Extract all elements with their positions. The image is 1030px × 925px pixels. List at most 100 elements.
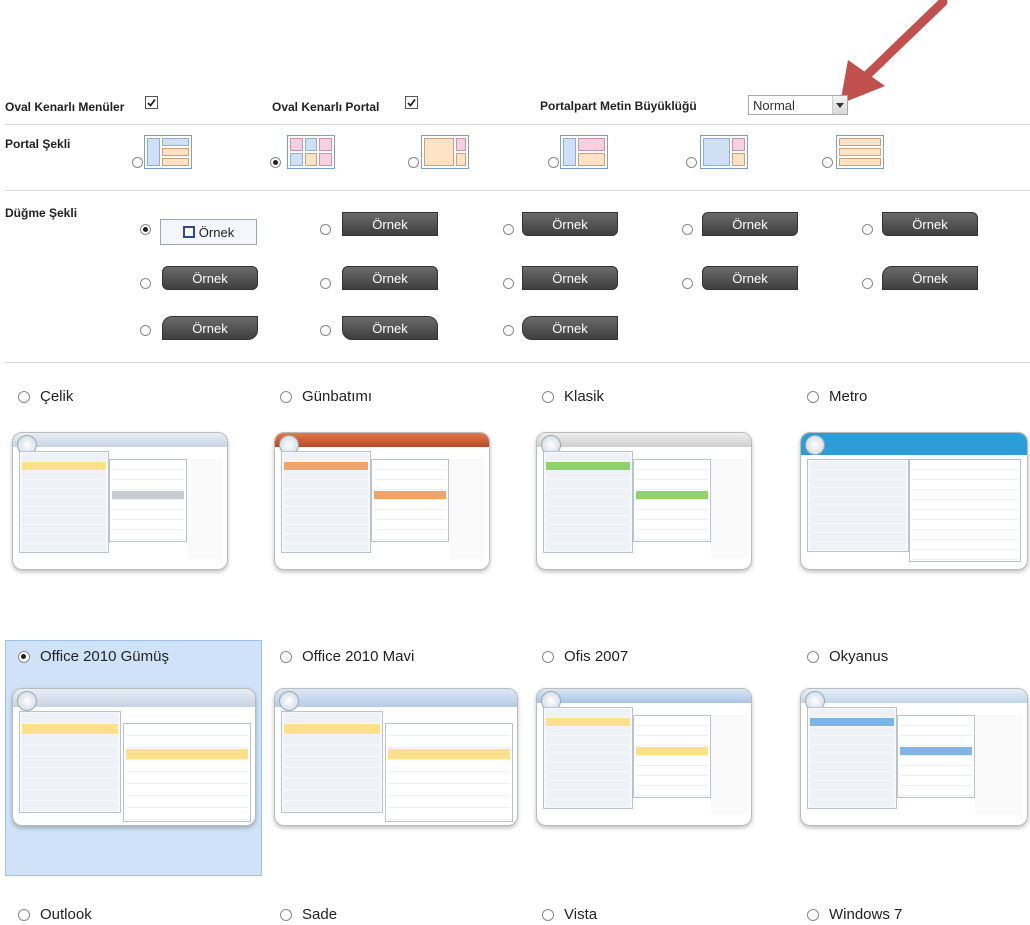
button-shape-radio-9[interactable] — [682, 278, 693, 289]
button-shape-sample-13[interactable]: Örnek — [522, 316, 618, 340]
theme-option-klasik[interactable]: Klasik — [542, 388, 604, 405]
portal-shape-radio-3[interactable] — [408, 157, 419, 168]
theme-option-windows-7[interactable]: Windows 7 — [807, 906, 902, 923]
theme-preview-okyanus[interactable] — [800, 688, 1028, 826]
theme-radio[interactable] — [280, 908, 292, 921]
oval-portal-checkbox[interactable] — [405, 96, 418, 109]
button-shape-sample-8[interactable]: Örnek — [522, 266, 618, 290]
chevron-down-icon[interactable] — [832, 96, 847, 114]
theme-label: Çelik — [40, 388, 74, 405]
oval-menu-label: Oval Kenarlı Menüler — [5, 100, 125, 114]
button-shape-sample-11[interactable]: Örnek — [162, 316, 258, 340]
theme-radio[interactable] — [18, 390, 30, 403]
button-shape-radio-8[interactable] — [503, 278, 514, 289]
theme-preview-office-2010-mavi[interactable] — [274, 688, 518, 826]
button-shape-sample-6[interactable]: Örnek — [162, 266, 258, 290]
button-shape-sample-5[interactable]: Örnek — [882, 212, 978, 236]
theme-label: Metro — [829, 388, 868, 405]
button-shape-radio-12[interactable] — [320, 325, 331, 336]
theme-option-metro[interactable]: Metro — [807, 388, 867, 405]
theme-option-okyanus[interactable]: Okyanus — [807, 648, 888, 665]
oval-menu-checkbox[interactable] — [145, 96, 158, 109]
button-sample-label: Örnek — [372, 270, 408, 286]
save-icon — [182, 226, 195, 238]
divider — [5, 124, 1030, 125]
button-shape-radio-3[interactable] — [503, 224, 514, 235]
theme-label: Outlook — [40, 906, 92, 923]
theme-label: Günbatımı — [302, 388, 373, 405]
theme-radio[interactable] — [280, 390, 292, 403]
button-sample-label: Örnek — [552, 216, 588, 232]
theme-label: Okyanus — [829, 648, 889, 665]
button-sample-label: Örnek — [198, 224, 235, 240]
theme-preview-ofis-2007[interactable] — [536, 688, 752, 826]
button-shape-sample-10[interactable]: Örnek — [882, 266, 978, 290]
theme-option-gunbatimi[interactable]: Günbatımı — [280, 388, 372, 405]
theme-radio[interactable] — [807, 390, 819, 403]
button-shape-radio-1[interactable] — [140, 224, 151, 235]
theme-option-vista[interactable]: Vista — [542, 906, 597, 923]
theme-preview-klasik[interactable] — [536, 432, 752, 570]
portal-layout-3-icon[interactable] — [421, 135, 469, 169]
theme-radio[interactable] — [807, 650, 819, 663]
oval-portal-label: Oval Kenarlı Portal — [272, 100, 380, 114]
button-shape-sample-1[interactable]: Örnek — [160, 219, 257, 245]
theme-radio[interactable] — [542, 650, 554, 663]
button-sample-label: Örnek — [372, 216, 408, 232]
portal-shape-radio-5[interactable] — [686, 157, 697, 168]
button-shape-radio-11[interactable] — [140, 325, 151, 336]
theme-option-ofis-2007[interactable]: Ofis 2007 — [542, 648, 628, 665]
button-shape-radio-7[interactable] — [320, 278, 331, 289]
button-shape-radio-4[interactable] — [682, 224, 693, 235]
button-sample-label: Örnek — [732, 270, 768, 286]
theme-option-office-2010-gumus[interactable]: Office 2010 Gümüş — [18, 648, 169, 665]
portal-shape-radio-2[interactable] — [270, 157, 281, 168]
theme-radio[interactable] — [542, 390, 554, 403]
theme-label: Office 2010 Gümüş — [40, 648, 169, 665]
portal-shape-radio-1[interactable] — [132, 157, 143, 168]
button-shape-radio-10[interactable] — [862, 278, 873, 289]
theme-radio[interactable] — [807, 908, 819, 921]
portal-layout-2-icon[interactable] — [287, 135, 335, 169]
theme-preview-gunbatimi[interactable] — [274, 432, 490, 570]
text-size-value: Normal — [753, 97, 795, 113]
divider — [5, 190, 1030, 191]
theme-preview-celik[interactable] — [12, 432, 228, 570]
button-sample-label: Örnek — [192, 320, 228, 336]
button-shape-sample-12[interactable]: Örnek — [342, 316, 438, 340]
text-size-select[interactable]: Normal — [748, 95, 848, 115]
theme-option-celik[interactable]: Çelik — [18, 388, 73, 405]
portal-shape-radio-6[interactable] — [822, 157, 833, 168]
portal-layout-5-icon[interactable] — [700, 135, 748, 169]
theme-radio[interactable] — [280, 650, 292, 663]
theme-label: Klasik — [564, 388, 605, 405]
text-size-label: Portalpart Metin Büyüklüğü — [540, 99, 697, 113]
button-shape-radio-13[interactable] — [503, 325, 514, 336]
button-shape-sample-2[interactable]: Örnek — [342, 212, 438, 236]
button-shape-sample-9[interactable]: Örnek — [702, 266, 798, 290]
theme-label: Vista — [564, 906, 598, 923]
portal-shape-label: Portal Şekli — [5, 137, 71, 151]
theme-preview-office-2010-gumus[interactable] — [12, 688, 256, 826]
portal-shape-radio-4[interactable] — [548, 157, 559, 168]
button-shape-radio-2[interactable] — [320, 224, 331, 235]
portal-layout-4-icon[interactable] — [560, 135, 608, 169]
button-sample-label: Örnek — [912, 216, 948, 232]
theme-option-sade[interactable]: Sade — [280, 906, 337, 923]
theme-preview-metro[interactable] — [800, 432, 1028, 570]
theme-radio[interactable] — [18, 908, 30, 921]
theme-radio[interactable] — [542, 908, 554, 921]
theme-option-office-2010-mavi[interactable]: Office 2010 Mavi — [280, 648, 414, 665]
button-shape-sample-7[interactable]: Örnek — [342, 266, 438, 290]
divider — [5, 362, 1030, 363]
button-shape-radio-5[interactable] — [862, 224, 873, 235]
button-shape-sample-3[interactable]: Örnek — [522, 212, 618, 236]
portal-layout-6-icon[interactable] — [836, 135, 884, 169]
theme-radio[interactable] — [18, 650, 30, 663]
theme-option-outlook[interactable]: Outlook — [18, 906, 92, 923]
button-shape-sample-4[interactable]: Örnek — [702, 212, 798, 236]
button-shape-radio-6[interactable] — [140, 278, 151, 289]
button-sample-label: Örnek — [552, 270, 588, 286]
portal-layout-1-icon[interactable] — [144, 135, 192, 169]
theme-label: Windows 7 — [829, 906, 903, 923]
